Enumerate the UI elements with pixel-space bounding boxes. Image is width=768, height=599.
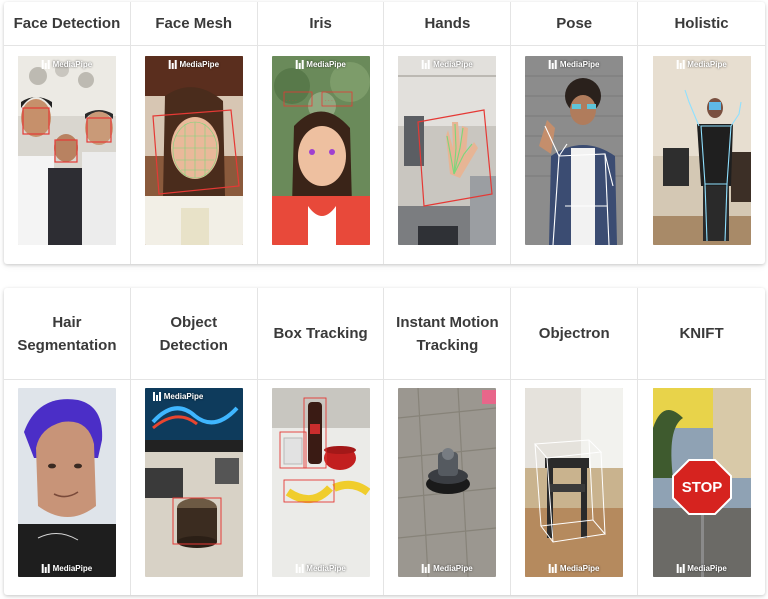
- table-image-row: MediaPipe: [4, 46, 765, 264]
- solutions-table-row-2: Hair Segmentation Object Detection Box T…: [4, 288, 765, 595]
- hands-demo-image[interactable]: MediaPipe: [398, 56, 497, 245]
- mediapipe-label: MediaPipe: [559, 60, 600, 69]
- mediapipe-label: MediaPipe: [433, 60, 473, 69]
- mediapipe-label: MediaPipe: [687, 564, 727, 573]
- mediapipe-icon: [41, 60, 50, 69]
- header-iris: Iris: [258, 2, 385, 45]
- header-hair-segmentation: Hair Segmentation: [4, 288, 131, 379]
- cell-face-mesh: MediaPipe: [131, 46, 258, 264]
- mediapipe-icon: [676, 60, 685, 69]
- mediapipe-logo: MediaPipe: [41, 564, 93, 573]
- mediapipe-label: MediaPipe: [687, 60, 727, 69]
- mediapipe-label: MediaPipe: [163, 392, 204, 401]
- mediapipe-logo: MediaPipe: [152, 392, 204, 401]
- header-face-mesh: Face Mesh: [131, 2, 258, 45]
- header-box-tracking: Box Tracking: [258, 288, 385, 379]
- object-detection-demo-image[interactable]: MediaPipe: [144, 388, 243, 577]
- mediapipe-icon: [295, 60, 304, 69]
- mediapipe-label: MediaPipe: [306, 564, 346, 573]
- mediapipe-icon: [422, 60, 431, 69]
- cell-face-detection: MediaPipe: [4, 46, 131, 264]
- mediapipe-logo: MediaPipe: [548, 564, 600, 573]
- face-detection-demo-image[interactable]: MediaPipe: [17, 56, 116, 245]
- mediapipe-label: MediaPipe: [179, 60, 220, 69]
- cell-box-tracking: MediaPipe: [258, 380, 385, 595]
- header-pose: Pose: [511, 2, 639, 45]
- mediapipe-logo: MediaPipe: [676, 60, 727, 69]
- mediapipe-icon: [548, 564, 557, 573]
- mediapipe-label: MediaPipe: [52, 60, 93, 69]
- mediapipe-icon: [676, 564, 685, 573]
- cell-iris: · · · · · · · · MediaPipe: [258, 46, 385, 264]
- mediapipe-logo: MediaPipe: [548, 60, 600, 69]
- header-hands: Hands: [384, 2, 512, 45]
- mediapipe-icon: [152, 392, 161, 401]
- cell-hands: MediaPipe: [384, 46, 512, 264]
- knift-demo-image[interactable]: STOP MediaPipe: [652, 388, 751, 577]
- mediapipe-icon: [548, 60, 557, 69]
- mediapipe-label: MediaPipe: [52, 564, 93, 573]
- cell-instant-motion-tracking: MediaPipe: [384, 380, 512, 595]
- header-holistic: Holistic: [674, 15, 729, 32]
- header-objectron: Objectron: [511, 288, 639, 379]
- mediapipe-icon: [168, 60, 177, 69]
- cell-holistic: MediaPipe: [638, 46, 765, 264]
- cell-pose: MediaPipe: [511, 46, 639, 264]
- mediapipe-icon: [422, 564, 431, 573]
- mediapipe-logo: MediaPipe: [422, 564, 473, 573]
- stop-sign-text: STOP: [681, 479, 722, 496]
- header-instant-motion-tracking: Instant Motion Tracking: [384, 288, 512, 379]
- mediapipe-icon: [41, 564, 50, 573]
- mediapipe-logo: MediaPipe: [295, 60, 346, 69]
- table-header-row: Face Detection Face Mesh Iris Hands Pose…: [4, 2, 765, 46]
- mediapipe-logo: MediaPipe: [168, 60, 219, 69]
- box-tracking-demo-image[interactable]: MediaPipe: [271, 388, 370, 577]
- instant-motion-tracking-demo-image[interactable]: MediaPipe: [398, 388, 497, 577]
- objectron-demo-image[interactable]: MediaPipe: [525, 388, 624, 577]
- solutions-table-row-1: Face Detection Face Mesh Iris Hands Pose…: [4, 2, 765, 264]
- svg-text:· · · ·: · · · ·: [286, 98, 297, 104]
- mediapipe-logo: MediaPipe: [295, 564, 346, 573]
- mediapipe-logo: MediaPipe: [41, 60, 93, 69]
- cell-objectron: MediaPipe: [511, 380, 639, 595]
- cell-object-detection: MediaPipe: [131, 380, 258, 595]
- mediapipe-logo: MediaPipe: [422, 60, 473, 69]
- mediapipe-label: MediaPipe: [559, 564, 600, 573]
- iris-demo-image[interactable]: · · · · · · · · MediaPipe: [271, 56, 370, 245]
- cell-knift: STOP MediaPipe: [638, 380, 765, 595]
- mediapipe-logo: MediaPipe: [676, 564, 727, 573]
- mediapipe-label: MediaPipe: [306, 60, 346, 69]
- face-mesh-demo-image[interactable]: MediaPipe: [144, 56, 243, 245]
- svg-text:· · · ·: · · · ·: [325, 98, 336, 104]
- table-image-row: MediaPipe: [4, 380, 765, 595]
- holistic-demo-image[interactable]: MediaPipe: [652, 56, 751, 245]
- hair-segmentation-demo-image[interactable]: MediaPipe: [17, 388, 116, 577]
- mediapipe-label: MediaPipe: [433, 564, 473, 573]
- header-object-detection: Object Detection: [131, 288, 258, 379]
- mediapipe-icon: [295, 564, 304, 573]
- header-face-detection: Face Detection: [4, 2, 131, 45]
- header-knift: KNIFT: [679, 325, 724, 342]
- cell-hair-segmentation: MediaPipe: [4, 380, 131, 595]
- table-header-row: Hair Segmentation Object Detection Box T…: [4, 288, 765, 380]
- pose-demo-image[interactable]: MediaPipe: [525, 56, 624, 245]
